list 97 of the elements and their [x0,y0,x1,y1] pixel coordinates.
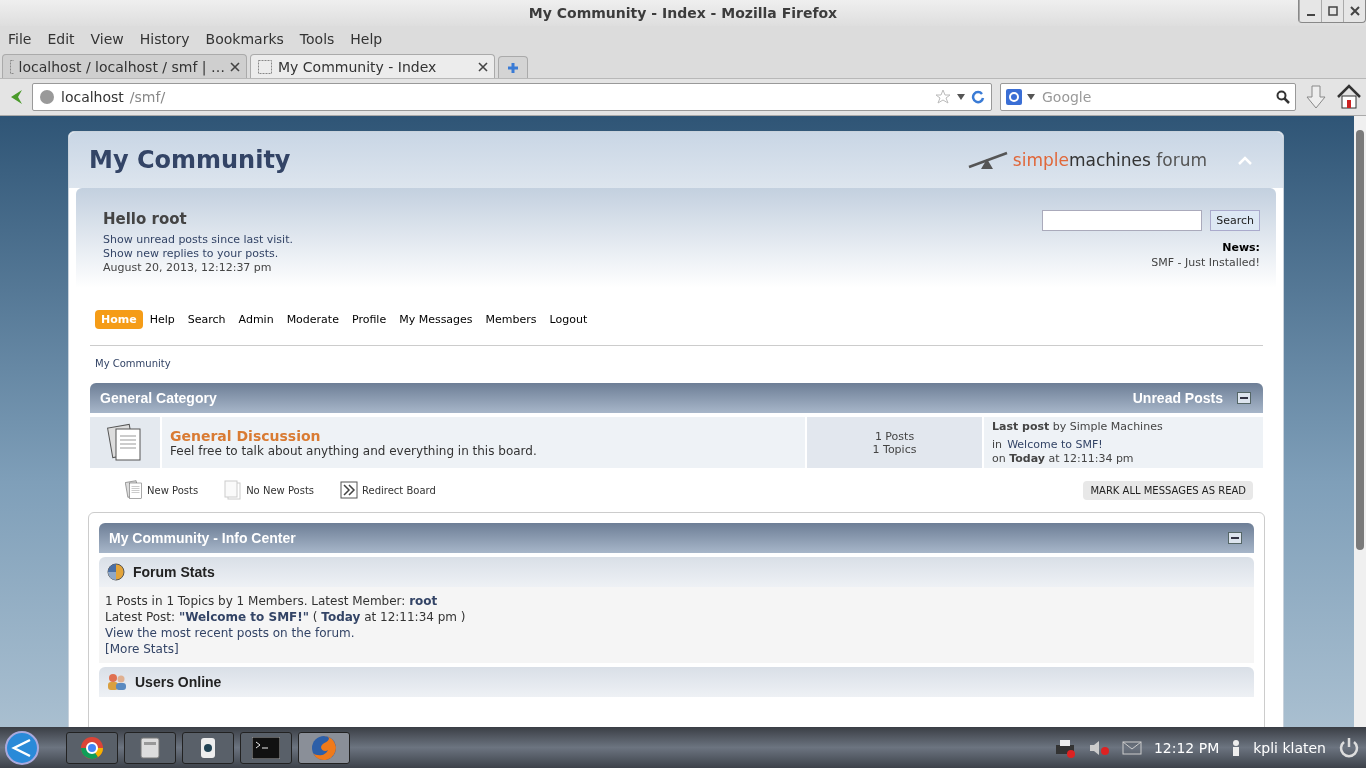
browser-tab[interactable]: localhost / localhost / smf | … [2,54,247,78]
plus-icon [507,61,519,74]
search-field[interactable]: Google [1040,88,1271,106]
search-button[interactable]: Search [1210,210,1260,231]
search-icon[interactable] [1276,90,1290,104]
users-icon [107,673,127,691]
reload-icon[interactable] [971,90,985,104]
collapse-button[interactable] [1228,532,1242,544]
star-icon[interactable] [935,89,951,105]
legend-label: New Posts [147,484,199,496]
topic-prefix: in [992,438,1003,451]
page-icon [257,58,273,75]
nav-link[interactable]: Logout [543,310,594,329]
menu-item[interactable]: Help [342,31,391,47]
firefox-task-button[interactable] [298,731,350,764]
news-text: SMF - Just Installed! [1151,256,1260,269]
launcher-icon[interactable] [4,729,40,766]
topic-link[interactable]: Welcome to SMF! [1007,438,1103,451]
nav-link[interactable]: Members [479,310,543,329]
browser-tab[interactable]: My Community - Index [250,54,495,78]
home-icon[interactable] [1336,84,1362,110]
last-post-time: on Today at 12:11:34 pm [992,452,1135,465]
dropdown-icon[interactable] [957,93,965,101]
current-date: August 20, 2013, 12:12:37 pm [103,261,273,274]
nav-link[interactable]: Help [143,310,181,329]
user-name: kpli klaten [1253,739,1326,756]
maximize-icon [1327,6,1338,16]
stats-link[interactable]: [More Stats] [105,641,179,657]
fox-globe-icon [311,734,337,761]
menu-item[interactable]: View [82,31,132,47]
nav-link[interactable]: My Messages [393,310,479,329]
speaker-icon[interactable] [1087,738,1110,757]
file-manager-task-button[interactable] [124,731,176,764]
menu-item[interactable]: Bookmarks [197,31,292,47]
mark-read-button[interactable]: MARK ALL MESSAGES AS READ [1083,480,1253,500]
forum-title: My Community [89,146,291,174]
user-link[interactable]: Show unread posts since last visit. [103,233,293,246]
legend-label: No New Posts [246,484,315,496]
stats-link[interactable]: View the most recent posts on the forum. [105,625,355,641]
globe-icon [39,89,55,105]
user-icon [1231,738,1242,757]
new-posts-icon [125,480,143,500]
stats-text: Latest Post: "Welcome to SMF!" ( Today at 12:11:34 pm ) [105,609,467,625]
menu-item[interactable]: Tools [291,31,343,47]
double-chevron-icon [340,481,359,499]
search-engine-icon [1006,89,1022,105]
menu-item[interactable]: File [0,31,40,47]
browser-task-button[interactable] [66,731,118,764]
logo-text: simplemachines forum [1012,150,1207,170]
pie-chart-icon [107,563,125,581]
terminal-task-button[interactable] [240,731,292,764]
nav-link[interactable]: Search [181,310,232,329]
post-count: 1 Posts [874,429,915,443]
cabinet-icon [139,735,161,760]
user-link[interactable]: Show new replies to your posts. [103,247,293,260]
category-title: General Category [100,390,217,406]
clock: 12:12 PM [1153,739,1220,756]
section-title: Users Online [135,674,222,690]
scrollbar-thumb[interactable] [1356,130,1364,550]
app-task-button[interactable] [182,731,234,764]
minimize-icon [1306,14,1315,16]
power-icon[interactable] [1338,736,1360,759]
close-icon[interactable] [230,61,240,72]
menu-item[interactable]: History [131,31,198,47]
minus-icon [1240,397,1248,399]
nav-link[interactable]: Admin [232,310,280,329]
board-icon [107,422,143,463]
stats-text: 1 Posts in 1 Topics by 1 Members. Latest Member: root [105,593,439,609]
new-tab-button[interactable] [498,56,528,78]
forum-search-field[interactable] [1042,210,1203,231]
no-new-posts-icon [224,480,243,500]
minus-icon [1231,537,1239,539]
legend-label: Redirect Board [362,484,436,496]
dropdown-icon[interactable] [1027,93,1035,101]
nav-link[interactable]: Profile [345,310,393,329]
mail-icon[interactable] [1121,739,1142,756]
board-description: Feel free to talk about anything and everything in this board. [170,443,538,458]
section-title: Forum Stats [133,564,215,580]
menu-item[interactable]: Edit [39,31,83,47]
close-icon[interactable] [478,61,488,72]
nav-link[interactable]: Moderate [280,310,345,329]
window-title: My Community - Index - Mozilla Firefox [528,5,838,21]
info-center-title: My Community - Info Center [109,530,296,546]
topic-count: 1 Topics [872,442,917,456]
greeting: Hello root [103,210,188,228]
round-browser-icon [80,735,104,760]
breadcrumb-link[interactable]: My Community [95,358,171,369]
last-post-author: Last post by Simple Machines [992,420,1164,433]
collapse-button[interactable] [1237,392,1251,404]
news-label: News: [1222,241,1260,254]
close-icon [1349,6,1360,16]
terminal-icon [252,736,280,759]
address-bar[interactable]: localhost /smf/ [32,83,992,111]
page-icon [9,58,14,75]
search-bar[interactable]: Google [1000,83,1296,111]
seesaw-icon [966,149,1009,171]
device-icon [200,736,216,759]
